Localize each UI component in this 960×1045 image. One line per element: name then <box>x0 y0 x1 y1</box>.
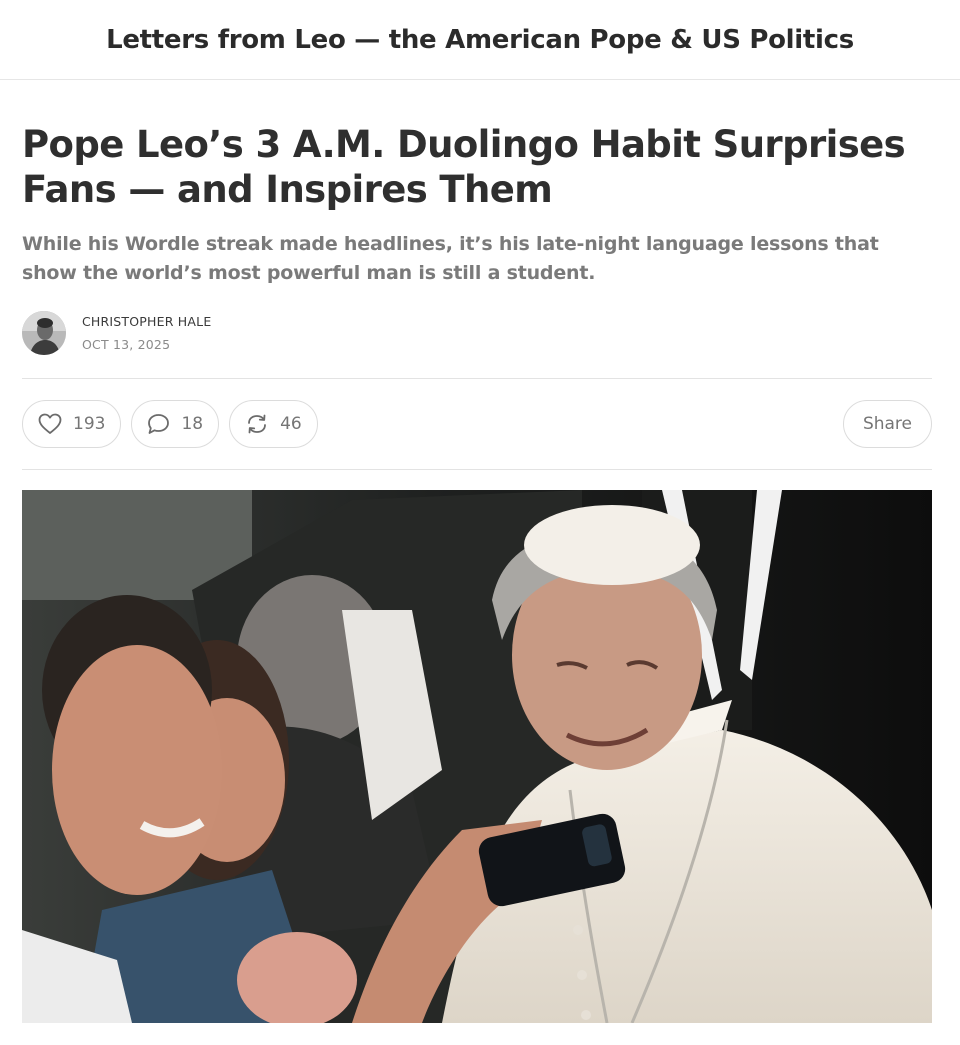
publication-header: Letters from Leo — the American Pope & U… <box>0 0 960 80</box>
like-count: 193 <box>73 414 106 434</box>
engagement-buttons: 193 18 46 <box>22 400 318 448</box>
restack-count: 46 <box>280 414 302 434</box>
byline: CHRISTOPHER HALE OCT 13, 2025 <box>22 310 932 356</box>
post-title: Pope Leo’s 3 A.M. Duolingo Habit Surpris… <box>22 123 906 211</box>
restack-arrows-icon <box>245 413 269 435</box>
like-button[interactable]: 193 <box>22 400 122 448</box>
heart-icon <box>38 413 62 435</box>
divider-bottom <box>22 469 932 470</box>
comment-button[interactable]: 18 <box>131 400 220 448</box>
post-date: OCT 13, 2025 <box>82 337 171 352</box>
restack-button[interactable]: 46 <box>229 400 318 448</box>
author-avatar[interactable] <box>22 311 66 355</box>
post-body: Pope Leo’s 3 A.M. Duolingo Habit Surpris… <box>0 122 960 1023</box>
publication-name[interactable]: Letters from Leo — the American Pope & U… <box>106 25 854 55</box>
hero-photo <box>22 490 932 1023</box>
author-avatar-image <box>22 311 66 355</box>
share-label: Share <box>862 414 912 434</box>
comment-bubble-icon <box>147 413 170 435</box>
post-subtitle: While his Wordle streak made headlines, … <box>22 233 879 284</box>
share-button[interactable]: Share <box>842 400 932 448</box>
hero-image[interactable] <box>22 490 932 1023</box>
author-name[interactable]: CHRISTOPHER HALE <box>82 314 211 329</box>
comment-count: 18 <box>181 414 204 434</box>
post-actions-bar: 193 18 46 Share <box>22 379 932 469</box>
byline-meta: CHRISTOPHER HALE OCT 13, 2025 <box>82 314 211 352</box>
